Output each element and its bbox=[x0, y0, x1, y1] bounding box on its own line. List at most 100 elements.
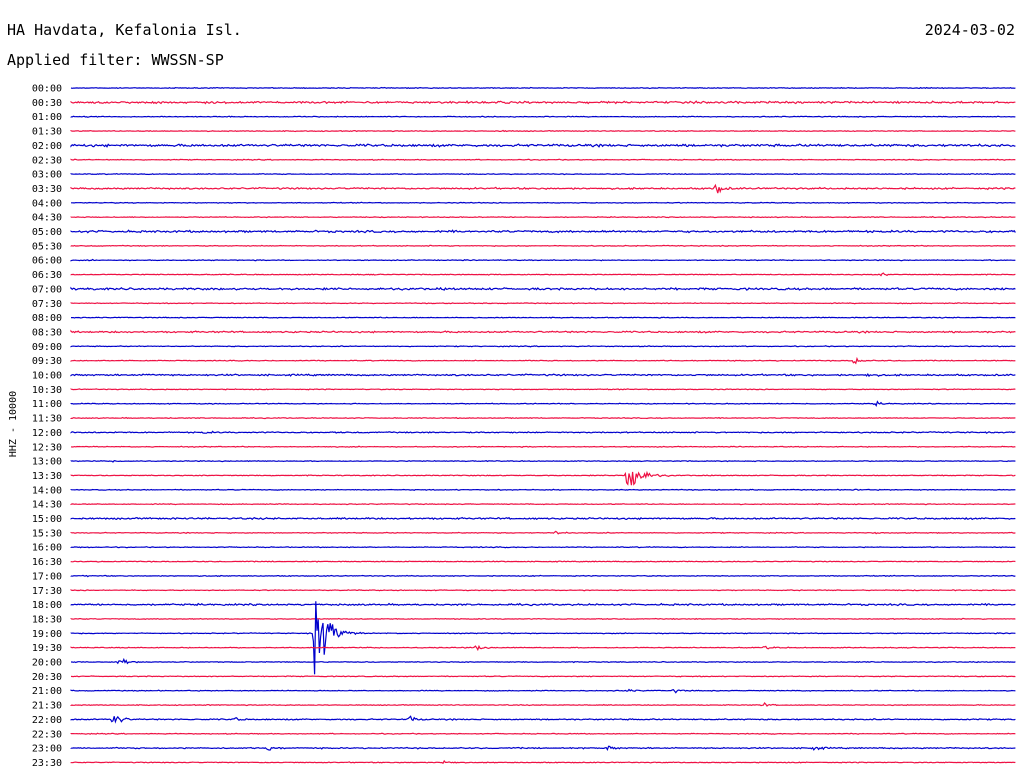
time-tick-label: 09:00 bbox=[32, 342, 62, 353]
time-tick-label: 16:00 bbox=[32, 543, 62, 554]
trace-line bbox=[70, 644, 1016, 652]
trace-line bbox=[70, 183, 1016, 194]
time-tick-label: 13:00 bbox=[32, 457, 62, 468]
time-tick-label: 18:30 bbox=[32, 614, 62, 625]
trace-line bbox=[71, 316, 1016, 319]
time-tick-label: 04:00 bbox=[32, 198, 62, 209]
time-tick-label: 09:30 bbox=[32, 356, 62, 367]
trace-line bbox=[70, 129, 1016, 133]
time-tick-label: 17:00 bbox=[32, 571, 62, 582]
time-tick-label: 23:30 bbox=[32, 758, 62, 769]
time-tick-label: 03:30 bbox=[32, 184, 62, 195]
time-tick-label: 21:30 bbox=[32, 701, 62, 712]
time-tick-label: 01:30 bbox=[32, 127, 62, 138]
time-tick-label: 00:30 bbox=[32, 98, 62, 109]
time-tick-label: 22:30 bbox=[32, 729, 62, 740]
time-tick-label: 16:30 bbox=[32, 557, 62, 568]
trace-line bbox=[70, 732, 1016, 735]
trace-line bbox=[70, 372, 1016, 378]
trace-line bbox=[70, 589, 1016, 592]
trace-line bbox=[70, 459, 1016, 463]
time-tick-label: 19:00 bbox=[32, 629, 62, 640]
time-tick-label: 07:00 bbox=[32, 284, 62, 295]
time-tick-label: 18:00 bbox=[32, 600, 62, 611]
trace-line bbox=[70, 388, 1016, 391]
trace-line bbox=[70, 574, 1016, 578]
trace-line bbox=[70, 329, 1016, 334]
time-tick-label: 13:30 bbox=[32, 471, 62, 482]
time-tick-label: 14:00 bbox=[32, 485, 62, 496]
time-tick-label: 08:00 bbox=[32, 313, 62, 324]
trace-line bbox=[70, 244, 1016, 247]
trace-line bbox=[70, 759, 1016, 765]
time-tick-label: 02:00 bbox=[32, 141, 62, 152]
trace-line bbox=[70, 229, 1016, 234]
time-tick-label: 05:00 bbox=[32, 227, 62, 238]
time-tick-label: 11:30 bbox=[32, 414, 62, 425]
trace-line bbox=[70, 345, 1016, 348]
time-tick-label: 21:00 bbox=[32, 686, 62, 697]
trace-line bbox=[71, 201, 1016, 204]
trace-line bbox=[70, 172, 1016, 176]
time-tick-label: 05:30 bbox=[32, 241, 62, 252]
trace-line bbox=[70, 546, 1016, 549]
time-tick-label: 22:00 bbox=[32, 715, 62, 726]
trace-line bbox=[71, 657, 1016, 665]
trace-line bbox=[70, 430, 1016, 434]
trace-line bbox=[70, 100, 1016, 105]
time-tick-label: 07:30 bbox=[32, 299, 62, 310]
time-tick-label: 14:30 bbox=[32, 500, 62, 511]
trace-line bbox=[70, 158, 1016, 161]
trace-line bbox=[70, 488, 1016, 491]
time-tick-label: 06:30 bbox=[32, 270, 62, 281]
trace-line bbox=[70, 302, 1016, 305]
trace-line bbox=[70, 701, 1016, 707]
time-tick-label: 12:30 bbox=[32, 442, 62, 453]
trace-line bbox=[70, 560, 1016, 563]
time-tick-label: 15:30 bbox=[32, 528, 62, 539]
trace-line bbox=[70, 272, 1016, 277]
time-tick-label: 00:00 bbox=[32, 84, 62, 95]
time-tick-label: 23:00 bbox=[32, 744, 62, 755]
time-tick-label: 15:00 bbox=[32, 514, 62, 525]
trace-line bbox=[70, 445, 1016, 448]
trace-line bbox=[70, 286, 1016, 291]
trace-line bbox=[70, 258, 1016, 262]
trace-line bbox=[70, 601, 1016, 675]
trace-line bbox=[70, 400, 1016, 407]
trace-line bbox=[70, 617, 1016, 621]
time-tick-label: 20:00 bbox=[32, 658, 62, 669]
time-tick-label: 04:30 bbox=[32, 213, 62, 224]
time-tick-label: 01:00 bbox=[32, 112, 62, 123]
trace-line bbox=[70, 516, 1016, 521]
time-tick-label: 02:30 bbox=[32, 155, 62, 166]
seismogram-plot: 00:00 00:30 01:00 01:30 02:00 02:30 03:00 03:30… bbox=[8, 84, 1016, 769]
trace-line bbox=[70, 688, 1016, 694]
trace-line bbox=[70, 115, 1016, 118]
time-tick-labels: 00:00 00:30 01:00 01:30 02:00 02:30 03:00 03:30… bbox=[32, 84, 62, 769]
trace-line bbox=[70, 470, 1016, 486]
time-tick-label: 20:30 bbox=[32, 672, 62, 683]
time-tick-label: 19:30 bbox=[32, 643, 62, 654]
seismic-traces bbox=[70, 86, 1016, 765]
time-tick-label: 11:00 bbox=[32, 399, 62, 410]
trace-line bbox=[70, 715, 1016, 724]
time-tick-label: 10:00 bbox=[32, 371, 62, 382]
time-tick-label: 10:30 bbox=[32, 385, 62, 396]
trace-line bbox=[70, 602, 1016, 607]
time-tick-label: 12:00 bbox=[32, 428, 62, 439]
time-tick-label: 06:00 bbox=[32, 256, 62, 267]
trace-line bbox=[70, 503, 1016, 506]
trace-line bbox=[70, 416, 1016, 420]
time-tick-label: 08:30 bbox=[32, 327, 62, 338]
trace-line bbox=[70, 143, 1016, 148]
time-tick-label: 03:00 bbox=[32, 170, 62, 181]
trace-line bbox=[70, 675, 1016, 678]
channel-label: HHZ - 10000 bbox=[8, 391, 19, 457]
time-tick-label: 17:30 bbox=[32, 586, 62, 597]
trace-line bbox=[70, 745, 1016, 751]
trace-line bbox=[70, 215, 1016, 219]
trace-line bbox=[70, 86, 1016, 90]
trace-line bbox=[70, 530, 1016, 535]
trace-line bbox=[70, 356, 1016, 365]
